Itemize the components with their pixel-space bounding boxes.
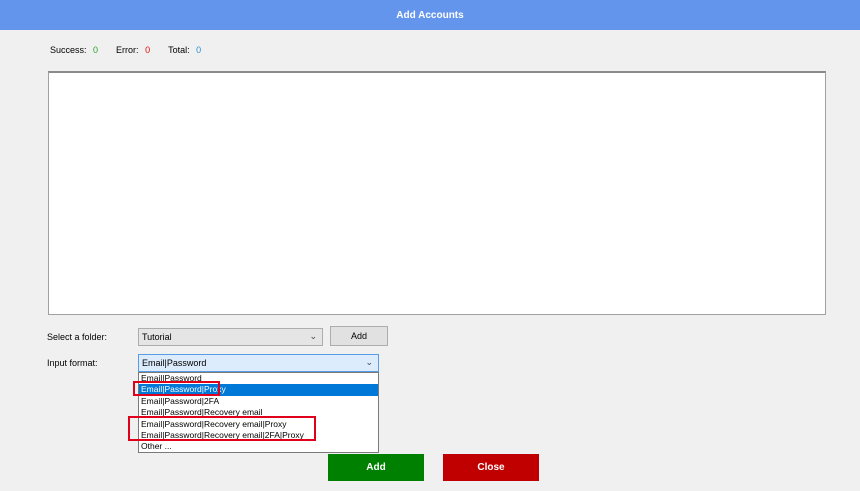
folder-select-value: Tutorial <box>142 332 172 342</box>
total-label: Total: <box>168 45 190 55</box>
accounts-textarea[interactable] <box>48 71 826 315</box>
success-label: Success: <box>50 45 87 55</box>
add-folder-label: Add <box>350 331 367 341</box>
close-button[interactable]: Close <box>443 454 539 481</box>
total-count: 0 <box>196 45 202 55</box>
close-button-label: Close <box>477 462 505 473</box>
error-stat: Error: 0 <box>116 45 150 55</box>
input-format-label: Input format: <box>47 358 98 368</box>
window-title-bar: Add Accounts <box>0 0 860 30</box>
window-title: Add Accounts <box>396 9 464 21</box>
folder-select[interactable]: Tutorial ⌄ <box>138 328 323 346</box>
input-format-value: Email|Password <box>142 358 207 368</box>
success-stat: Success: 0 <box>50 45 98 55</box>
success-count: 0 <box>93 45 99 55</box>
input-format-select[interactable]: Email|Password ⌄ <box>138 354 379 372</box>
total-stat: Total: 0 <box>168 45 201 55</box>
add-button-label: Add <box>366 462 386 473</box>
error-label: Error: <box>116 45 139 55</box>
chevron-down-icon: ⌄ <box>309 331 317 341</box>
format-option[interactable]: Other ... <box>139 441 378 452</box>
folder-label: Select a folder: <box>47 332 108 342</box>
error-count: 0 <box>145 45 151 55</box>
chevron-down-icon: ⌄ <box>365 357 373 367</box>
add-button[interactable]: Add <box>328 454 424 481</box>
add-folder-button[interactable]: Add <box>330 326 388 346</box>
stats-bar: Success: 0 Error: 0 Total: 0 <box>50 45 201 55</box>
format-option[interactable]: Email|Password|2FA <box>139 396 378 407</box>
highlight-box-proxy <box>133 381 220 396</box>
highlight-box-recovery <box>128 416 316 441</box>
